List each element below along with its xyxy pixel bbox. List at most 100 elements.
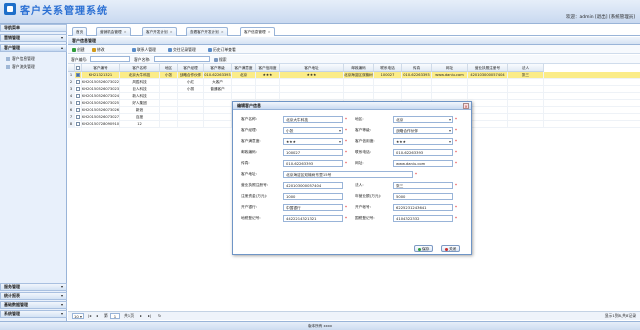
column-header[interactable]: 客户满意度 <box>232 64 256 72</box>
field-input[interactable]: 4422214321321 <box>283 215 343 222</box>
select-all-checkbox[interactable] <box>75 64 82 72</box>
table-row[interactable]: 4 KH20150526073024 新人科技 <box>68 93 640 100</box>
table-cell <box>402 79 432 86</box>
tab-view-dev-plan[interactable]: 查看客户开发计划 × <box>186 27 228 36</box>
field-input[interactable]: 100027 <box>283 149 343 156</box>
tab-customer-info[interactable]: 客户信息管理 × <box>240 27 275 36</box>
column-header[interactable]: 法人 <box>508 64 544 72</box>
last-page-button[interactable]: ▸| <box>148 312 151 320</box>
sidebar-item-customer-loss[interactable]: 客户流失管理 <box>6 64 35 69</box>
table-row[interactable]: 2 KH20150526073022 风胜科技 小红 大客户 <box>68 79 640 86</box>
next-page-button[interactable]: ▸ <box>140 312 142 320</box>
tab-dev-plan[interactable]: 客户开发计划 × <box>142 27 177 36</box>
field-input[interactable]: 北京大牛科技 <box>283 116 343 123</box>
row-checkbox[interactable] <box>75 93 82 100</box>
field-label: 注册资金(万元): <box>241 194 268 198</box>
sidebar-group-basic-data[interactable]: 基础数据管理 ▾ <box>0 301 67 309</box>
close-button[interactable]: 关闭 <box>441 245 461 252</box>
field-input[interactable]: 420103000057404 <box>283 182 343 189</box>
field-input[interactable]: 4104322332 <box>393 215 453 222</box>
customer-code-input[interactable] <box>90 56 130 62</box>
interaction-records-button[interactable]: 交往记录管理 <box>168 46 196 53</box>
table-cell: 百度 <box>120 114 160 121</box>
table-cell <box>468 100 508 107</box>
search-button[interactable]: 搜索 <box>214 56 227 63</box>
sidebar-group-system[interactable]: 系统管理 ▾ <box>0 310 67 318</box>
tab-marketing-chance[interactable]: 营销机会管理 × <box>96 27 131 36</box>
row-checkbox[interactable] <box>75 107 82 114</box>
field-select[interactable]: 小张 <box>283 127 343 134</box>
sidebar-item-customer-info[interactable]: 客户信息管理 <box>6 56 35 61</box>
row-checkbox[interactable] <box>75 79 82 86</box>
field-label: 开户帐号: <box>355 205 371 209</box>
column-header[interactable]: 地区 <box>160 64 178 72</box>
field-input[interactable]: 张三 <box>393 182 453 189</box>
column-header[interactable]: 客户名称 <box>120 64 160 72</box>
column-header[interactable]: 传真 <box>402 64 432 72</box>
close-icon[interactable]: × <box>463 103 469 109</box>
contacts-button[interactable]: 联系人管理 <box>132 46 156 53</box>
close-icon[interactable]: × <box>268 30 271 34</box>
field-select[interactable]: 北京 <box>393 116 453 123</box>
field-input[interactable]: 6225231243641 <box>393 204 453 211</box>
table-cell <box>508 86 544 93</box>
column-header[interactable]: 网址 <box>432 64 468 72</box>
table-row[interactable]: 1 KH21321321 北京大牛科技 小张 战略合作伙伴 010-62263393 北京 ★… <box>68 72 640 79</box>
column-header[interactable]: 营业执照注册号 <box>468 64 508 72</box>
column-header[interactable]: 客户等级 <box>204 64 232 72</box>
close-icon[interactable]: × <box>221 30 224 34</box>
column-header[interactable]: 客户编号 <box>82 64 120 72</box>
row-checkbox[interactable] <box>75 121 82 128</box>
column-header[interactable]: 客户地址 <box>280 64 344 72</box>
order-history-button[interactable]: 历史订单查看 <box>208 46 236 53</box>
customer-name-input[interactable] <box>154 56 210 62</box>
prev-page-button[interactable]: ◂ <box>96 312 98 320</box>
welcome-text[interactable]: 欢迎：admin [退出] [系统管理员] <box>566 14 635 20</box>
table-cell <box>280 79 344 86</box>
field-input[interactable]: 中国银行 <box>283 204 343 211</box>
dialog-title: 编辑客户信息 <box>233 102 471 110</box>
field-input[interactable]: 北京海淀区双榆树东里15号 <box>283 171 413 178</box>
tab-home[interactable]: 首页 <box>72 27 88 36</box>
table-cell: ★★★ <box>256 72 280 79</box>
field-input[interactable]: www.daniu.com <box>393 160 453 167</box>
field-input[interactable]: 1000 <box>283 193 343 200</box>
sidebar-group-service[interactable]: 服务管理 ▾ <box>0 283 67 291</box>
table-cell <box>508 121 544 128</box>
sidebar-group-marketing[interactable]: 营销管理 ▾ <box>0 34 67 42</box>
column-header[interactable]: 联系电话 <box>374 64 402 72</box>
first-page-button[interactable]: |◂ <box>88 312 91 320</box>
field-label: 地税登记号: <box>241 216 261 220</box>
row-checkbox[interactable] <box>75 72 82 79</box>
page-size-select[interactable]: 10 ▾ <box>72 313 84 319</box>
field-label: 年营业额(万元): <box>355 194 382 198</box>
table-cell <box>402 86 432 93</box>
sidebar-group-reports[interactable]: 统计报表 ▾ <box>0 292 67 300</box>
refresh-button[interactable]: ↻ <box>158 312 161 320</box>
field-input[interactable]: 010-62263393 <box>393 149 453 156</box>
column-header[interactable]: 客户信用度 <box>256 64 280 72</box>
save-button[interactable]: 保存 <box>414 245 434 252</box>
table-cell: 张三 <box>508 72 544 79</box>
sidebar-group-customer[interactable]: 客户管理 ▴ <box>0 44 67 52</box>
panel-title: 客户信息管理 <box>68 37 640 45</box>
close-icon[interactable]: × <box>170 30 173 34</box>
edit-button[interactable]: 修改 <box>92 46 105 53</box>
field-select[interactable]: 战略合作伙伴 <box>393 127 453 134</box>
row-checkbox[interactable] <box>75 114 82 121</box>
field-input[interactable]: 010-62263393 <box>283 160 343 167</box>
field-select[interactable]: ★★★ <box>393 138 453 145</box>
row-checkbox[interactable] <box>75 100 82 107</box>
table-row[interactable]: 3 KH20150526073023 巨人科技 小丽 普通客户 <box>68 86 640 93</box>
pager-summary: 显示1到8,共8记录 <box>604 313 636 318</box>
page-number-input[interactable]: 1 <box>110 313 120 319</box>
column-header[interactable]: 客户经理 <box>178 64 204 72</box>
close-icon[interactable]: × <box>124 30 127 34</box>
create-button[interactable]: 创建 <box>72 46 85 53</box>
field-input[interactable]: 5000 <box>393 193 453 200</box>
row-checkbox[interactable] <box>75 86 82 93</box>
field-label: 客户经理: <box>241 128 257 132</box>
table-cell <box>344 86 374 93</box>
field-select[interactable]: ★★★ <box>283 138 343 145</box>
column-header[interactable]: 邮政编码 <box>344 64 374 72</box>
